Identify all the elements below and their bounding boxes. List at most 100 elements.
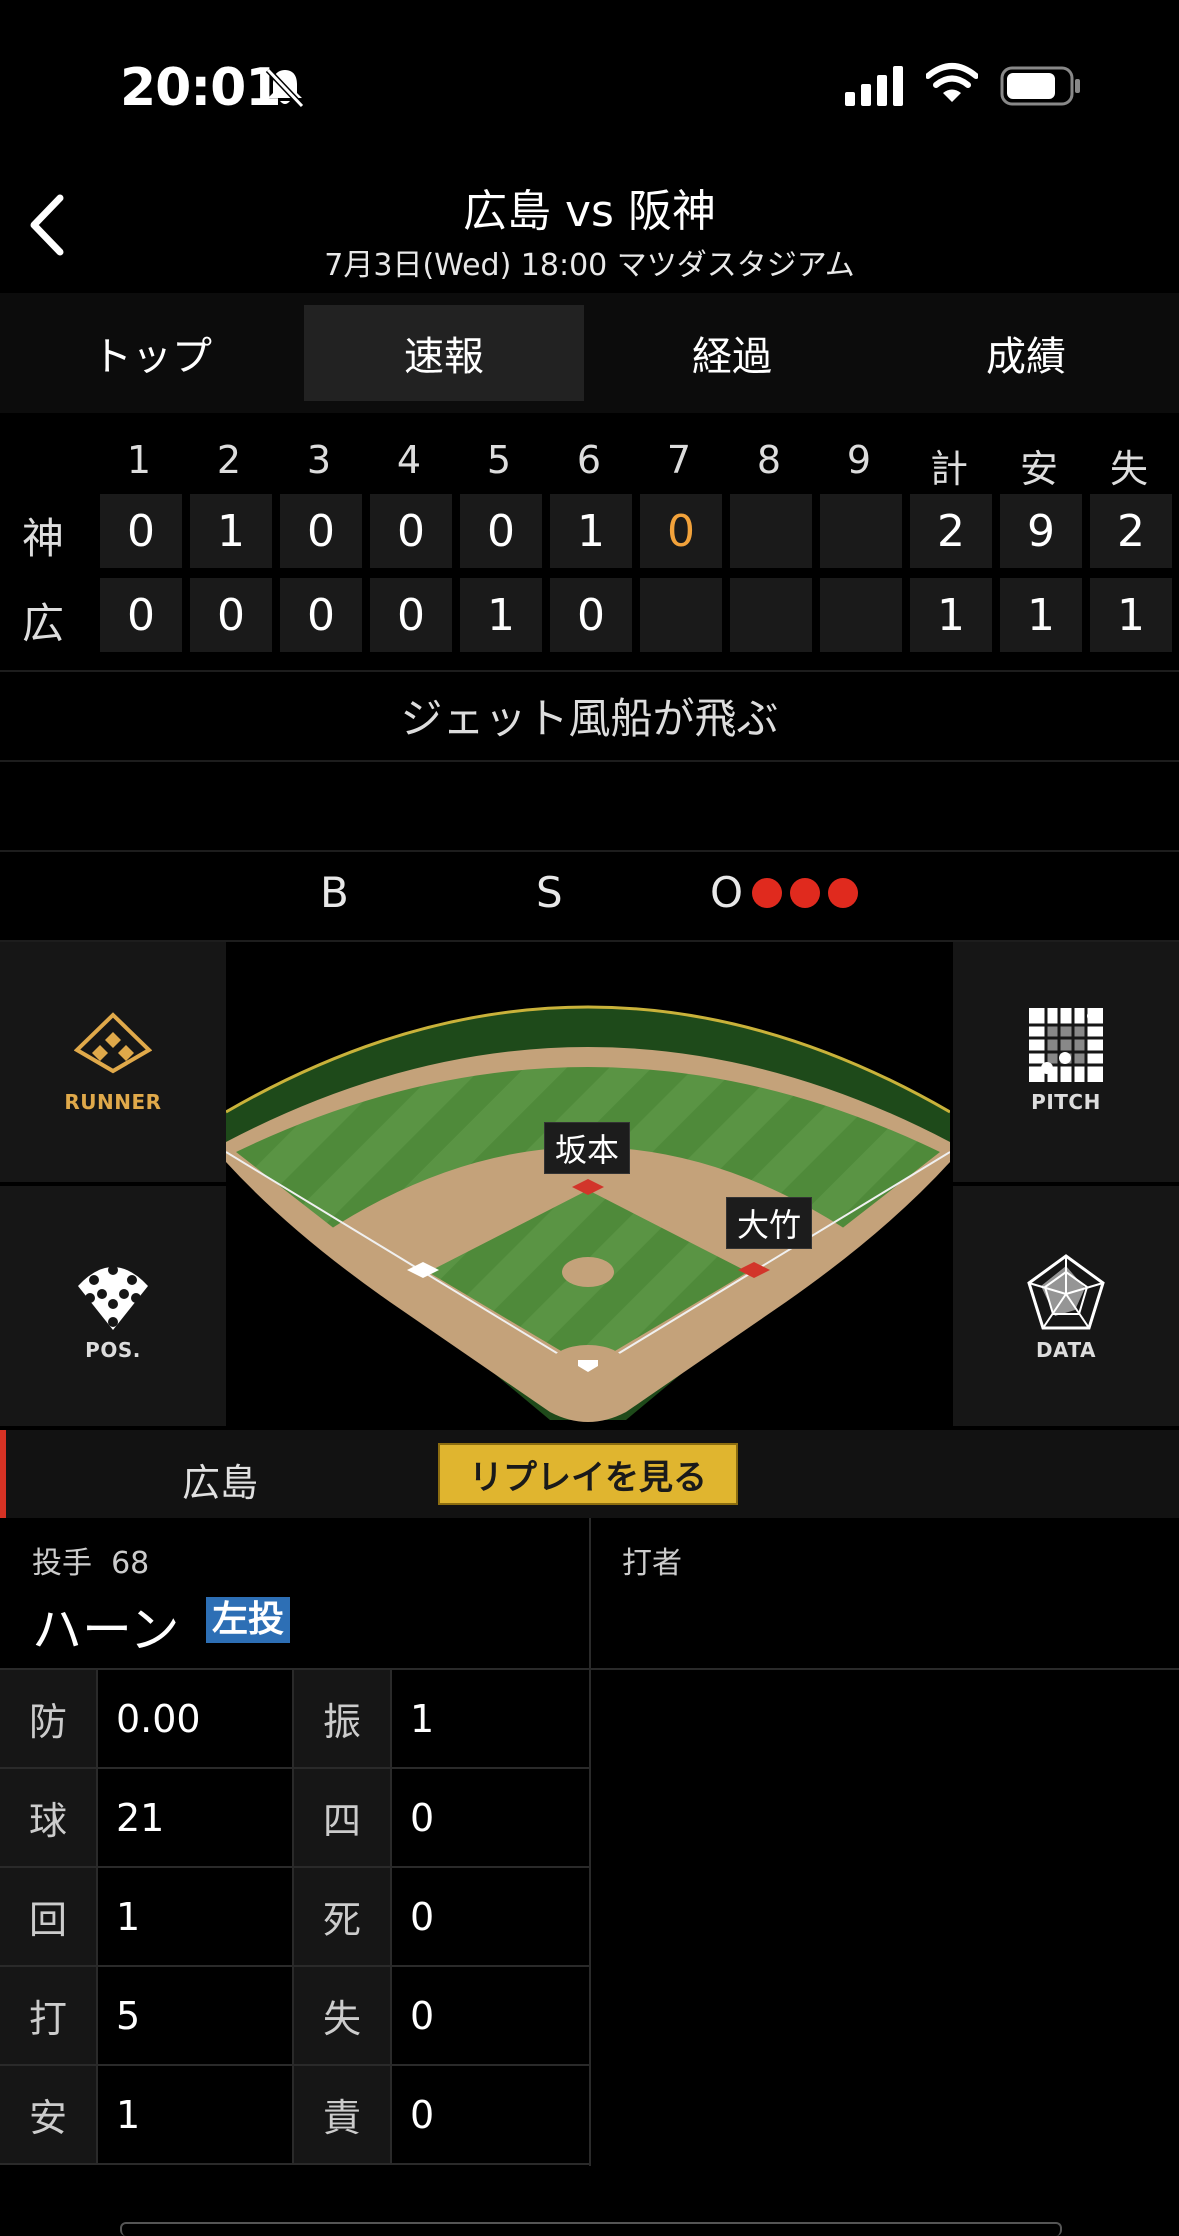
total-runs-header: 計 bbox=[929, 447, 968, 491]
team-name: 広島 bbox=[182, 1461, 259, 1505]
score-cell: 0 bbox=[280, 578, 362, 652]
score-cell: 0 bbox=[190, 578, 272, 652]
pitcher-label: 投手 bbox=[32, 1546, 92, 1581]
stat-value: 1 bbox=[116, 2092, 141, 2137]
divider bbox=[0, 850, 1179, 852]
runner-second-name: 坂本 bbox=[544, 1122, 631, 1174]
data-label: DATA bbox=[1035, 1338, 1097, 1362]
score-cell: 0 bbox=[550, 578, 632, 652]
divider bbox=[589, 1518, 591, 2166]
home-indicator bbox=[120, 2222, 1062, 2236]
position-label: POS. bbox=[85, 1338, 141, 1362]
score-cell: 0 bbox=[280, 494, 362, 568]
pitch-button[interactable]: PITCH bbox=[953, 942, 1179, 1182]
stat-key: 四 bbox=[294, 1769, 390, 1866]
runner-first-name: 大竹 bbox=[726, 1197, 813, 1249]
out-count-label: O bbox=[710, 868, 744, 917]
team-color-accent bbox=[0, 1430, 6, 1518]
score-cell: 0 bbox=[100, 578, 182, 652]
errors-cell: 1 bbox=[1090, 578, 1172, 652]
inning-header: 8 bbox=[756, 438, 782, 482]
errors-header: 失 bbox=[1109, 447, 1148, 491]
team-label-home: 広 bbox=[22, 599, 65, 648]
stat-key: 球 bbox=[0, 1769, 96, 1866]
stat-key: 打 bbox=[0, 1967, 96, 2064]
stat-value: 0.00 bbox=[116, 1696, 201, 1741]
stat-value: 0 bbox=[410, 2092, 435, 2137]
inning-header: 3 bbox=[306, 438, 332, 482]
position-button[interactable]: POS. bbox=[0, 1186, 226, 1426]
divider bbox=[0, 760, 1179, 762]
tab-live[interactable]: 速報 bbox=[304, 305, 584, 401]
stat-key: 防 bbox=[0, 1670, 96, 1767]
divider bbox=[0, 1866, 589, 1868]
score-cell bbox=[820, 578, 902, 652]
data-button[interactable]: DATA bbox=[953, 1186, 1179, 1426]
pitch-zone-icon bbox=[1027, 1006, 1105, 1084]
stat-value: 5 bbox=[116, 1993, 141, 2038]
bell-slash-icon bbox=[265, 67, 305, 109]
stat-value: 1 bbox=[410, 1696, 435, 1741]
stat-value: 1 bbox=[116, 1894, 141, 1939]
divider bbox=[0, 2163, 589, 2165]
score-cell bbox=[640, 578, 722, 652]
ball-count-label: B bbox=[320, 868, 349, 917]
divider bbox=[390, 1670, 392, 2163]
inning-header: 9 bbox=[846, 438, 872, 482]
inning-header: 1 bbox=[126, 438, 152, 482]
stat-value: 0 bbox=[410, 1993, 435, 2038]
hits-header: 安 bbox=[1019, 447, 1058, 491]
out-dot bbox=[752, 878, 782, 908]
pitcher-name[interactable]: ハーン bbox=[32, 1590, 180, 1662]
page-title: 広島 vs 阪神 bbox=[463, 186, 716, 237]
tab-top[interactable]: トップ bbox=[12, 305, 292, 401]
runner-label: RUNNER bbox=[64, 1090, 162, 1114]
errors-cell: 2 bbox=[1090, 494, 1172, 568]
stat-key: 回 bbox=[0, 1868, 96, 1965]
stat-key: 安 bbox=[0, 2066, 96, 2163]
score-cell: 1 bbox=[190, 494, 272, 568]
total-cell: 2 bbox=[910, 494, 992, 568]
game-info: 7月3日(Wed) 18:00 マツダスタジアム bbox=[324, 248, 855, 283]
radar-chart-icon bbox=[1027, 1254, 1105, 1330]
score-cell-current: 0 bbox=[640, 494, 722, 568]
stat-value: 21 bbox=[116, 1795, 165, 1840]
out-dot bbox=[828, 878, 858, 908]
score-cell bbox=[730, 578, 812, 652]
team-label-away: 神 bbox=[22, 514, 65, 563]
divider bbox=[0, 670, 1179, 672]
score-cell: 0 bbox=[370, 494, 452, 568]
pitch-label: PITCH bbox=[1031, 1090, 1101, 1114]
score-cell: 1 bbox=[460, 578, 542, 652]
inning-header: 5 bbox=[486, 438, 512, 482]
stat-key: 責 bbox=[294, 2066, 390, 2163]
tab-progress[interactable]: 経過 bbox=[592, 305, 872, 401]
out-dot bbox=[790, 878, 820, 908]
signal-icon bbox=[845, 66, 903, 106]
stat-key: 振 bbox=[294, 1670, 390, 1767]
score-cell: 0 bbox=[370, 578, 452, 652]
tab-bar: トップ 速報 経過 成績 bbox=[0, 293, 1179, 413]
inning-header: 7 bbox=[666, 438, 692, 482]
inning-header: 6 bbox=[576, 438, 602, 482]
divider bbox=[96, 1670, 98, 2163]
stat-key: 失 bbox=[294, 1967, 390, 2064]
pitcher-number: 投手 68 bbox=[32, 1538, 149, 1582]
score-cell bbox=[820, 494, 902, 568]
divider bbox=[0, 1767, 589, 1769]
score-cell: 0 bbox=[460, 494, 542, 568]
runner-button[interactable]: RUNNER bbox=[0, 942, 226, 1182]
hits-cell: 9 bbox=[1000, 494, 1082, 568]
strike-count-label: S bbox=[536, 868, 563, 917]
stat-key: 死 bbox=[294, 1868, 390, 1965]
tab-stats[interactable]: 成績 bbox=[886, 305, 1166, 401]
inning-header: 4 bbox=[396, 438, 422, 482]
stat-value: 0 bbox=[410, 1795, 435, 1840]
divider bbox=[0, 1965, 589, 1967]
score-cell bbox=[730, 494, 812, 568]
uniform-number: 68 bbox=[111, 1546, 150, 1581]
replay-button[interactable]: リプレイを見る bbox=[438, 1443, 738, 1505]
inning-header: 2 bbox=[216, 438, 242, 482]
stat-value: 0 bbox=[410, 1894, 435, 1939]
runner-diamond-icon bbox=[74, 1012, 152, 1074]
